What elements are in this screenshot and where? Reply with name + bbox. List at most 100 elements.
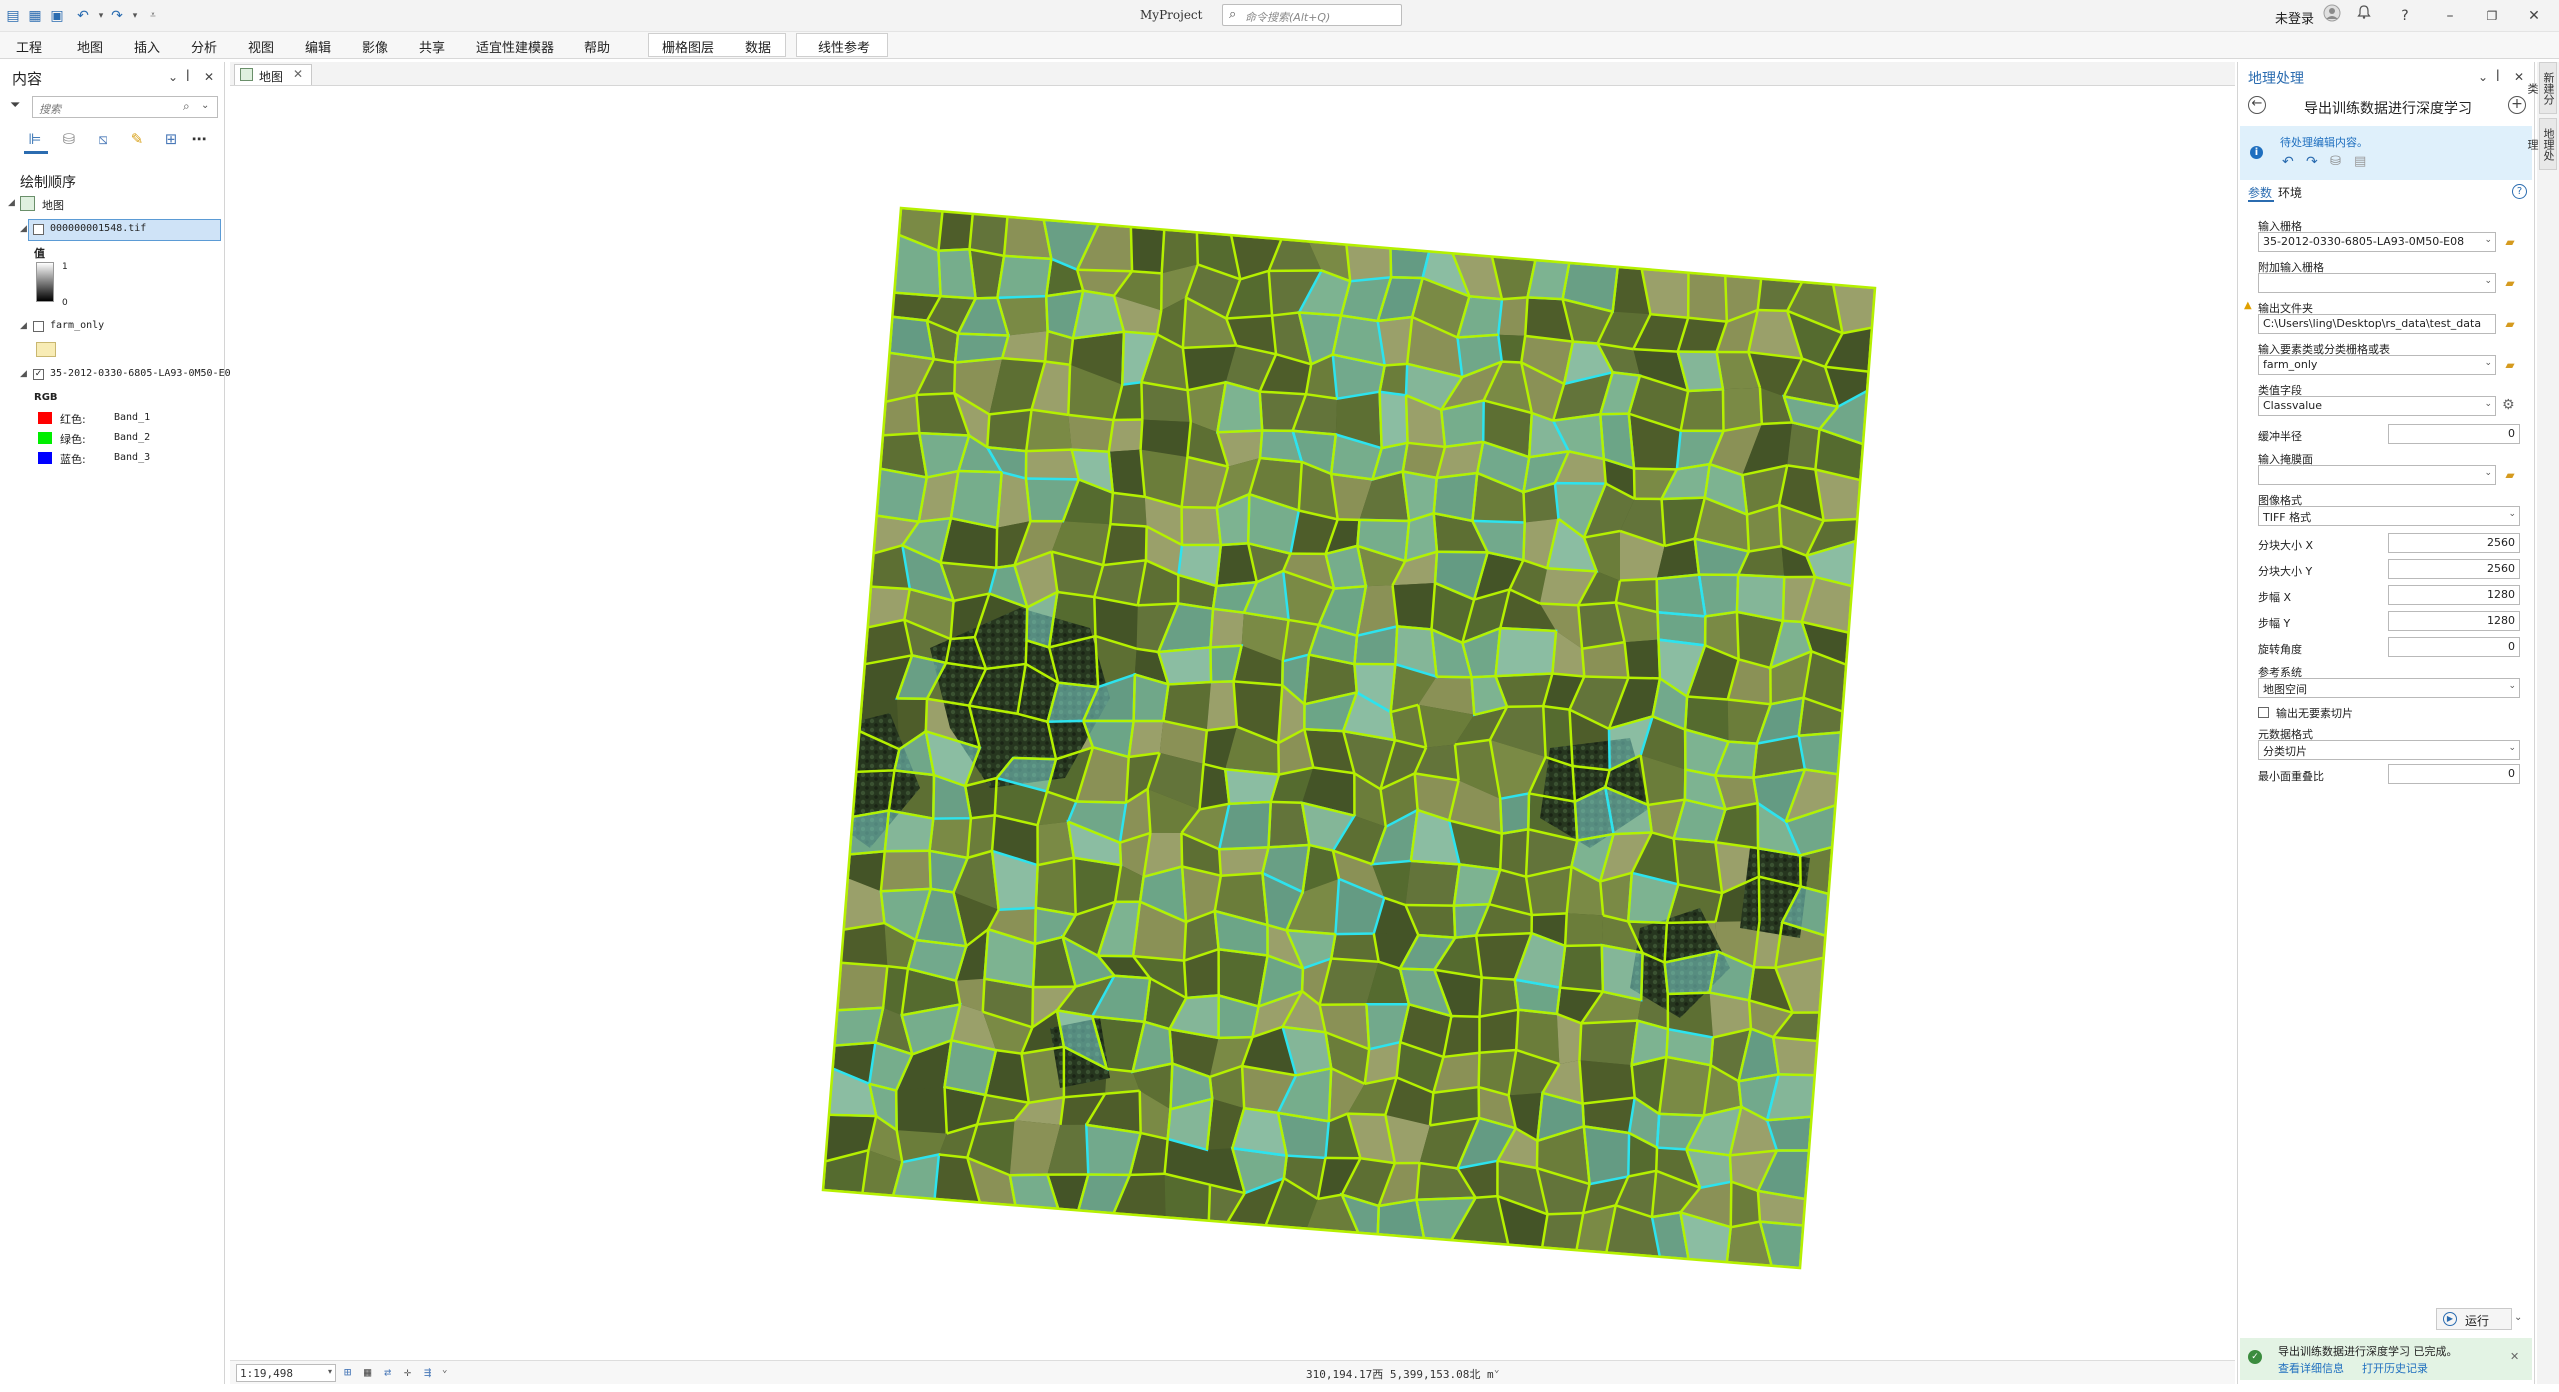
list-by-selection-icon[interactable]: ⧅ <box>92 128 114 150</box>
user-avatar-icon[interactable] <box>2320 4 2344 28</box>
tab-suitability-modeler[interactable]: 适宜性建模器 <box>476 37 554 56</box>
tile-size-y-input[interactable]: 2560 <box>2388 559 2520 579</box>
back-icon[interactable]: ← <box>2248 96 2266 114</box>
run-options-icon[interactable]: ⌄ <box>2514 1312 2522 1323</box>
farm-symbol-swatch[interactable] <box>36 342 56 357</box>
input-raster-select[interactable]: 35-2012-0330-6805-LA93-0M50-E08 ⌄ <box>2258 232 2496 252</box>
browse-folder-icon[interactable]: ▰ <box>2502 276 2518 290</box>
close-pane-icon[interactable]: ✕ <box>204 70 214 84</box>
coordinate-units-dropdown-icon[interactable]: ⌄ <box>1494 1365 1499 1375</box>
open-history-link[interactable]: 打开历史记录 <box>2362 1360 2428 1376</box>
min-overlap-input[interactable]: 0 <box>2388 764 2520 784</box>
image-layer-name[interactable]: 35-2012-0330-6805-LA93-0M50-E08… <box>50 368 243 379</box>
expand-map-icon[interactable]: ◢ <box>8 198 15 208</box>
list-by-drawing-order-icon[interactable]: ⊫ <box>24 128 46 150</box>
close-pane-icon[interactable]: ✕ <box>2514 70 2524 84</box>
undo-icon[interactable]: ↶ <box>74 7 92 25</box>
additional-raster-select[interactable]: ⌄ <box>2258 273 2496 293</box>
redo-edit-icon[interactable]: ↷ <box>2306 154 2318 170</box>
map-canvas[interactable] <box>230 88 2235 1358</box>
stride-y-input[interactable]: 1280 <box>2388 611 2520 631</box>
tab-parameters[interactable]: 参数 <box>2248 184 2272 201</box>
reference-system-select[interactable]: 地图空间 ⌄ <box>2258 678 2520 698</box>
tab-raster-layer[interactable]: 栅格图层 <box>662 37 714 56</box>
navigation-dropdown-icon[interactable]: ⌄ <box>442 1365 447 1375</box>
pin-icon[interactable]: ꟾ <box>2496 70 2500 84</box>
add-icon[interactable]: + <box>2508 96 2526 114</box>
fixed-zoom-icon[interactable]: ⊞ <box>344 1365 351 1379</box>
command-search-input[interactable]: ⌕ 命令搜索(Alt+Q) <box>1222 4 1402 26</box>
list-by-editing-icon[interactable]: ✎ <box>126 128 148 150</box>
redo-icon[interactable]: ↷ <box>108 7 126 25</box>
restore-icon[interactable]: ❐ <box>2480 4 2504 28</box>
grid-icon[interactable]: ▦ <box>364 1365 371 1379</box>
tab-analysis[interactable]: 分析 <box>191 37 217 56</box>
refresh-extent-icon[interactable]: ⇄ <box>384 1365 391 1379</box>
minimize-icon[interactable]: – <box>2438 4 2462 28</box>
tab-map[interactable]: 地图 <box>77 37 103 56</box>
help-icon[interactable]: ? <box>2393 4 2417 28</box>
tile-size-x-input[interactable]: 2560 <box>2388 533 2520 553</box>
list-by-source-icon[interactable]: ⛁ <box>58 128 80 150</box>
pane-options-icon[interactable]: ⌄ <box>2478 70 2488 84</box>
side-tab-geoprocessing[interactable]: 地理处理 <box>2526 118 2557 170</box>
tab-linear-referencing[interactable]: 线性参考 <box>818 37 870 56</box>
image-visibility-checkbox[interactable]: ✓ <box>33 369 44 380</box>
scale-selector[interactable]: 1:19,498 ▾ <box>236 1364 336 1382</box>
pane-options-icon[interactable]: ⌄ <box>168 70 178 84</box>
redo-dropdown-icon[interactable]: ▾ <box>126 7 144 25</box>
class-field-select[interactable]: Classvalue ⌄ <box>2258 396 2496 416</box>
list-by-snapping-icon[interactable]: ⊞ <box>160 128 182 150</box>
tab-edit[interactable]: 编辑 <box>305 37 331 56</box>
expand-raster-icon[interactable]: ◢ <box>20 224 27 234</box>
search-dropdown-icon[interactable]: ⌄ <box>201 100 209 111</box>
close-banner-icon[interactable]: ✕ <box>2510 1350 2519 1363</box>
run-button[interactable]: ▶ 运行 <box>2436 1308 2512 1330</box>
raster-layer-name[interactable]: 000000001548.tif <box>50 223 146 234</box>
mask-select[interactable]: ⌄ <box>2258 465 2496 485</box>
pan-icon[interactable]: ✛ <box>404 1365 411 1379</box>
tab-data[interactable]: 数据 <box>745 37 771 56</box>
side-tab-new-classification[interactable]: 新建分类 <box>2526 62 2557 114</box>
undo-edit-icon[interactable]: ↶ <box>2282 154 2294 170</box>
tab-share[interactable]: 共享 <box>419 37 445 56</box>
customize-toolbar-icon[interactable]: ⩡ <box>144 7 162 25</box>
tab-environments[interactable]: 环境 <box>2278 184 2302 201</box>
buffer-radius-input[interactable]: 0 <box>2388 424 2520 444</box>
field-settings-gear-icon[interactable]: ⚙ <box>2502 397 2515 413</box>
rotation-angle-input[interactable]: 0 <box>2388 637 2520 657</box>
tab-view[interactable]: 视图 <box>248 37 274 56</box>
browse-folder-icon[interactable]: ▰ <box>2502 358 2518 372</box>
stride-x-input[interactable]: 1280 <box>2388 585 2520 605</box>
tool-help-icon[interactable]: ? <box>2512 184 2527 199</box>
expand-farm-icon[interactable]: ◢ <box>20 321 27 331</box>
tab-imagery[interactable]: 影像 <box>362 37 388 56</box>
open-project-icon[interactable]: ▦ <box>26 7 44 25</box>
save-edits-icon[interactable]: ⛁ <box>2330 154 2341 169</box>
map-view-tab[interactable]: 地图 ✕ <box>234 64 312 85</box>
new-project-icon[interactable]: ▤ <box>4 7 22 25</box>
sign-in-status[interactable]: 未登录 <box>2275 8 2314 27</box>
browse-folder-icon[interactable]: ▰ <box>2502 468 2518 482</box>
pin-icon[interactable]: ꟾ <box>186 70 190 84</box>
tab-insert[interactable]: 插入 <box>134 37 160 56</box>
browse-folder-icon[interactable]: ▰ <box>2502 317 2518 331</box>
filter-icon[interactable]: ⏷ <box>10 98 20 113</box>
tab-help[interactable]: 帮助 <box>584 37 610 56</box>
farm-visibility-checkbox[interactable] <box>33 321 44 332</box>
input-feature-select[interactable]: farm_only ⌄ <box>2258 355 2496 375</box>
output-folder-input[interactable]: C:\Users\ling\Desktop\rs_data\test_data <box>2258 314 2496 334</box>
more-options-icon[interactable]: ⋯ <box>188 128 210 150</box>
save-icon[interactable]: ▣ <box>48 7 66 25</box>
farm-layer-name[interactable]: farm_only <box>50 320 104 331</box>
close-window-icon[interactable]: ✕ <box>2522 4 2546 28</box>
navigation-icon[interactable]: ⇶ <box>424 1365 431 1379</box>
metadata-format-select[interactable]: 分类切片 ⌄ <box>2258 740 2520 760</box>
map-name[interactable]: 地图 <box>42 197 64 213</box>
expand-image-icon[interactable]: ◢ <box>20 369 27 379</box>
tab-project[interactable]: 工程 <box>16 37 42 56</box>
view-details-link[interactable]: 查看详细信息 <box>2278 1360 2344 1376</box>
notification-bell-icon[interactable] <box>2352 4 2376 28</box>
discard-edits-icon[interactable]: ▤ <box>2354 154 2366 169</box>
raster-visibility-checkbox[interactable] <box>33 224 44 235</box>
